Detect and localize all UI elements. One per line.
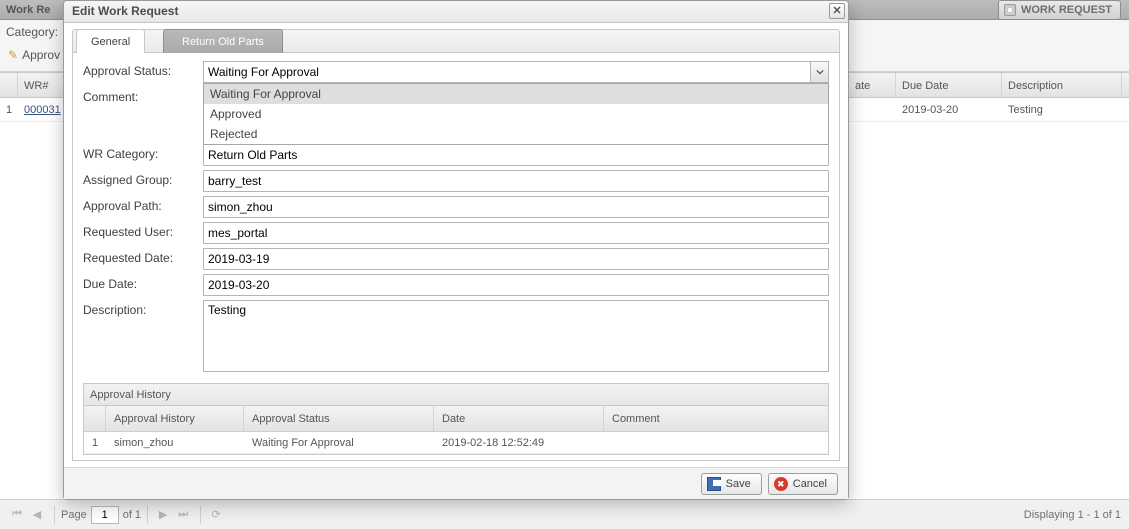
requested-user-field[interactable] <box>203 222 829 244</box>
dialog-title-bar[interactable]: Edit Work Request ✕ <box>64 1 848 23</box>
cell-description: Testing <box>1002 98 1122 122</box>
paging-toolbar: ⏮ ◀ Page of 1 ▶ ⏭ ⟳ Displaying 1 - 1 of … <box>0 499 1129 529</box>
cell-history: simon_zhou <box>106 432 244 454</box>
cell-date: 2019-02-18 12:52:49 <box>434 432 604 454</box>
dialog-title: Edit Work Request <box>72 4 178 18</box>
separator <box>200 506 201 524</box>
paging-display-text: Displaying 1 - 1 of 1 <box>1024 509 1121 521</box>
col-due-date[interactable]: Due Date <box>896 73 1002 99</box>
label-approval-status: Approval Status: <box>83 61 203 78</box>
wr-category-field[interactable] <box>203 144 829 166</box>
cell-status: Waiting For Approval <box>244 432 434 454</box>
tab-general[interactable]: General <box>76 29 145 54</box>
option-approved[interactable]: Approved <box>204 104 828 124</box>
page-next-button[interactable]: ▶ <box>154 506 172 524</box>
page-of-label: of 1 <box>123 509 141 521</box>
page-last-button[interactable]: ⏭ <box>174 506 192 524</box>
label-assigned-group: Assigned Group: <box>83 170 203 187</box>
col-row-number <box>0 73 18 99</box>
option-rejected[interactable]: Rejected <box>204 124 828 144</box>
label-comment: Comment: <box>83 87 203 104</box>
approval-path-field[interactable] <box>203 196 829 218</box>
due-date-field[interactable] <box>203 274 829 296</box>
col-approval-history[interactable]: Approval History <box>106 406 244 432</box>
description-textarea[interactable]: Testing <box>203 300 829 372</box>
approval-status-combo[interactable]: Waiting For Approval Approved Rejected <box>203 61 829 83</box>
save-button-label: Save <box>726 478 751 490</box>
page-first-button[interactable]: ⏮ <box>8 506 26 524</box>
cell-comment <box>604 432 828 454</box>
approval-status-input[interactable] <box>203 61 829 83</box>
col-comment[interactable]: Comment <box>604 406 828 432</box>
col-row-number <box>84 406 106 432</box>
refresh-button[interactable]: ⟳ <box>207 506 225 524</box>
label-requested-user: Requested User: <box>83 222 203 239</box>
approval-history-panel: Approval History Approval History Approv… <box>83 383 829 455</box>
approval-status-dropdown[interactable]: Waiting For Approval Approved Rejected <box>203 83 829 145</box>
page-label: Page <box>61 509 87 521</box>
tab-bar: General Return Old Parts <box>72 29 840 53</box>
approval-status-trigger[interactable] <box>810 62 828 82</box>
chevron-down-icon <box>816 68 824 76</box>
label-requested-date: Requested Date: <box>83 248 203 265</box>
option-waiting-for-approval[interactable]: Waiting For Approval <box>204 84 828 104</box>
col-approval-status[interactable]: Approval Status <box>244 406 434 432</box>
page-prev-button[interactable]: ◀ <box>28 506 46 524</box>
edit-work-request-dialog: Edit Work Request ✕ General Return Old P… <box>63 0 849 500</box>
approve-button-partial[interactable]: Approv <box>8 48 60 62</box>
label-due-date: Due Date: <box>83 274 203 291</box>
col-description[interactable]: Description <box>1002 73 1122 99</box>
history-row[interactable]: 1 simon_zhou Waiting For Approval 2019-0… <box>84 432 828 454</box>
dialog-button-bar: Save Cancel <box>64 467 848 499</box>
save-button[interactable]: Save <box>701 473 762 495</box>
dialog-close-button[interactable]: ✕ <box>829 3 845 19</box>
col-date-partial[interactable]: ate <box>848 73 896 99</box>
cell-wr-link[interactable]: 000031 <box>18 98 62 122</box>
label-description: Description: <box>83 300 203 317</box>
cell-row-index: 1 <box>0 98 18 122</box>
separator <box>147 506 148 524</box>
work-request-button[interactable]: WORK REQUEST <box>998 0 1121 20</box>
category-label: Category: <box>6 25 58 39</box>
label-approval-path: Approval Path: <box>83 196 203 213</box>
approval-history-title: Approval History <box>84 384 828 406</box>
form-scroll-area[interactable]: Approval Status: Waiting For Approval Ap… <box>73 53 839 460</box>
page-number-input[interactable] <box>91 506 119 524</box>
cancel-button-label: Cancel <box>793 478 827 490</box>
cell-due-date: 2019-03-20 <box>896 98 1002 122</box>
save-icon <box>706 476 722 492</box>
tab-panel-general: Approval Status: Waiting For Approval Ap… <box>72 53 840 461</box>
assigned-group-field[interactable] <box>203 170 829 192</box>
dialog-body: General Return Old Parts Approval Status… <box>64 23 848 467</box>
tab-return-old-parts[interactable]: Return Old Parts <box>163 29 283 54</box>
label-wr-category: WR Category: <box>83 144 203 161</box>
cell-row-index: 1 <box>84 432 106 454</box>
separator <box>54 506 55 524</box>
col-date[interactable]: Date <box>434 406 604 432</box>
cancel-icon <box>773 476 789 492</box>
panel-title: Work Re <box>6 4 50 16</box>
requested-date-field[interactable] <box>203 248 829 270</box>
close-icon: ✕ <box>832 1 841 21</box>
cancel-button[interactable]: Cancel <box>768 473 838 495</box>
approval-history-header: Approval History Approval Status Date Co… <box>84 406 828 432</box>
